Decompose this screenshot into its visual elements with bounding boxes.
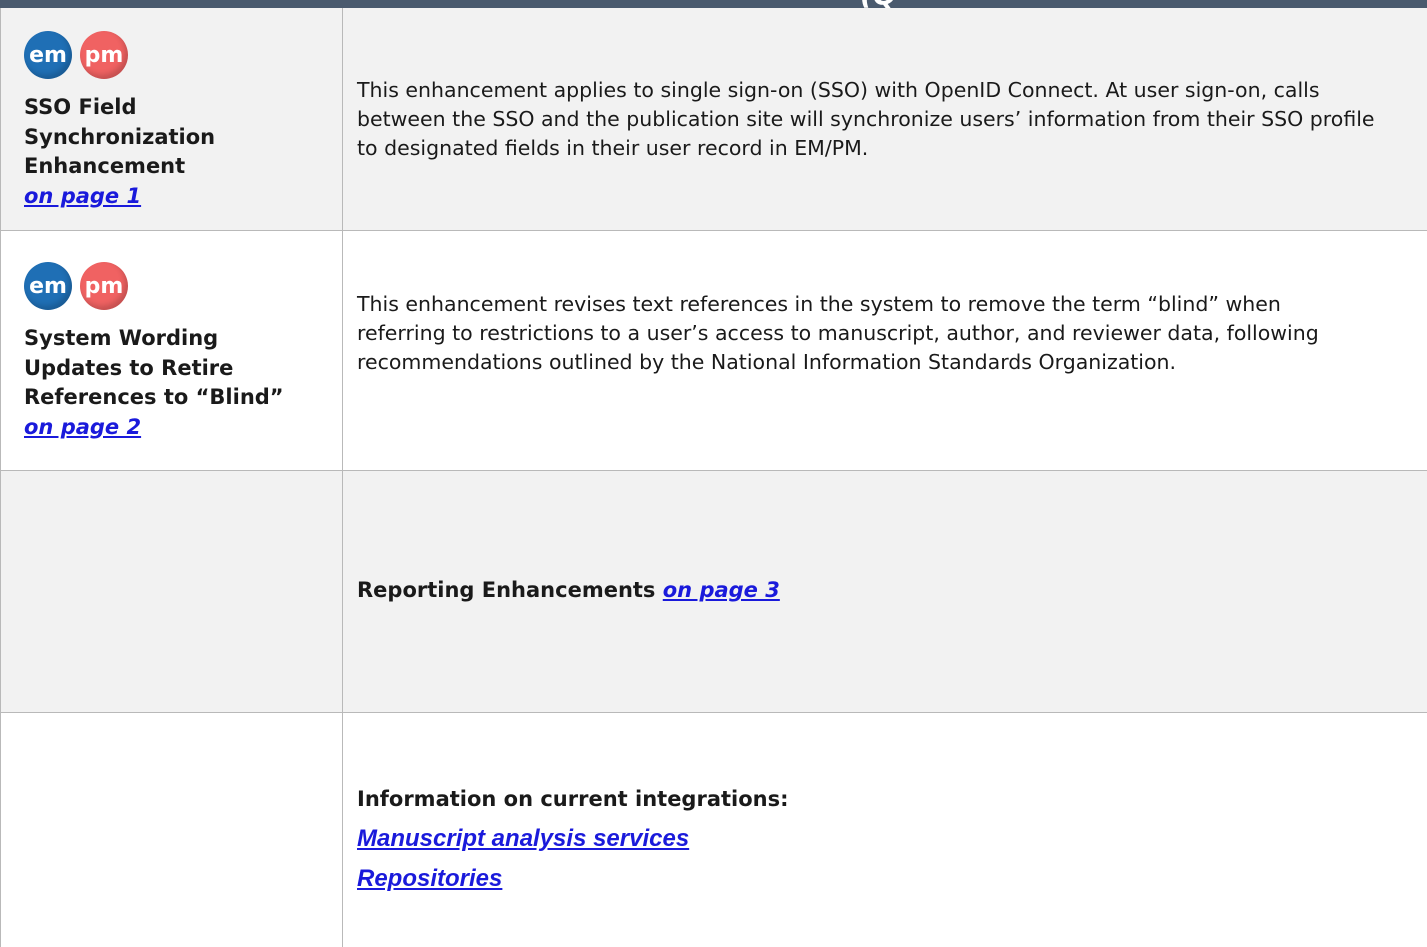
feature-title: System Wording Updates to Retire Referen… <box>24 326 284 439</box>
feature-cell <box>1 713 343 947</box>
feature-cell: em pm System Wording Updates to Retire R… <box>1 231 343 470</box>
description-cell: This enhancement applies to single sign-… <box>343 8 1427 230</box>
product-badges: em pm <box>24 262 128 310</box>
reporting-line: Reporting Enhancements on page 3 <box>357 578 780 602</box>
feature-description: This enhancement revises text references… <box>357 292 1319 374</box>
em-badge-icon: em <box>24 31 72 79</box>
page-link[interactable]: on page 1 <box>24 184 141 208</box>
feature-description: This enhancement applies to single sign-… <box>357 78 1375 160</box>
feature-title: SSO Field Synchronization Enhancement on… <box>24 95 216 208</box>
pm-badge-icon: pm <box>80 31 128 79</box>
product-badges: em pm <box>24 31 128 79</box>
feature-cell <box>1 471 343 712</box>
page-link[interactable]: on page 2 <box>24 415 141 439</box>
section-header-bar: (Q <box>0 0 1427 8</box>
integrations-heading: Information on current integrations: <box>357 787 789 811</box>
table-row: Reporting Enhancements on page 3 <box>0 471 1427 713</box>
page-link[interactable]: on page 3 <box>663 578 780 602</box>
manuscript-analysis-link[interactable]: Manuscript analysis services <box>357 819 689 859</box>
table-row: Information on current integrations: Man… <box>0 713 1427 947</box>
integration-links: Manuscript analysis services Repositorie… <box>357 819 689 899</box>
table-row: em pm System Wording Updates to Retire R… <box>0 231 1427 471</box>
feature-cell: em pm SSO Field Synchronization Enhancem… <box>1 8 343 230</box>
description-cell: This enhancement revises text references… <box>343 231 1427 470</box>
table-row: em pm SSO Field Synchronization Enhancem… <box>0 8 1427 231</box>
repositories-link[interactable]: Repositories <box>357 859 689 899</box>
pm-badge-icon: pm <box>80 262 128 310</box>
description-cell: Reporting Enhancements on page 3 <box>343 471 1427 712</box>
em-badge-icon: em <box>24 262 72 310</box>
section-header-title: (Q <box>860 0 897 8</box>
description-cell: Information on current integrations: Man… <box>343 713 1427 947</box>
